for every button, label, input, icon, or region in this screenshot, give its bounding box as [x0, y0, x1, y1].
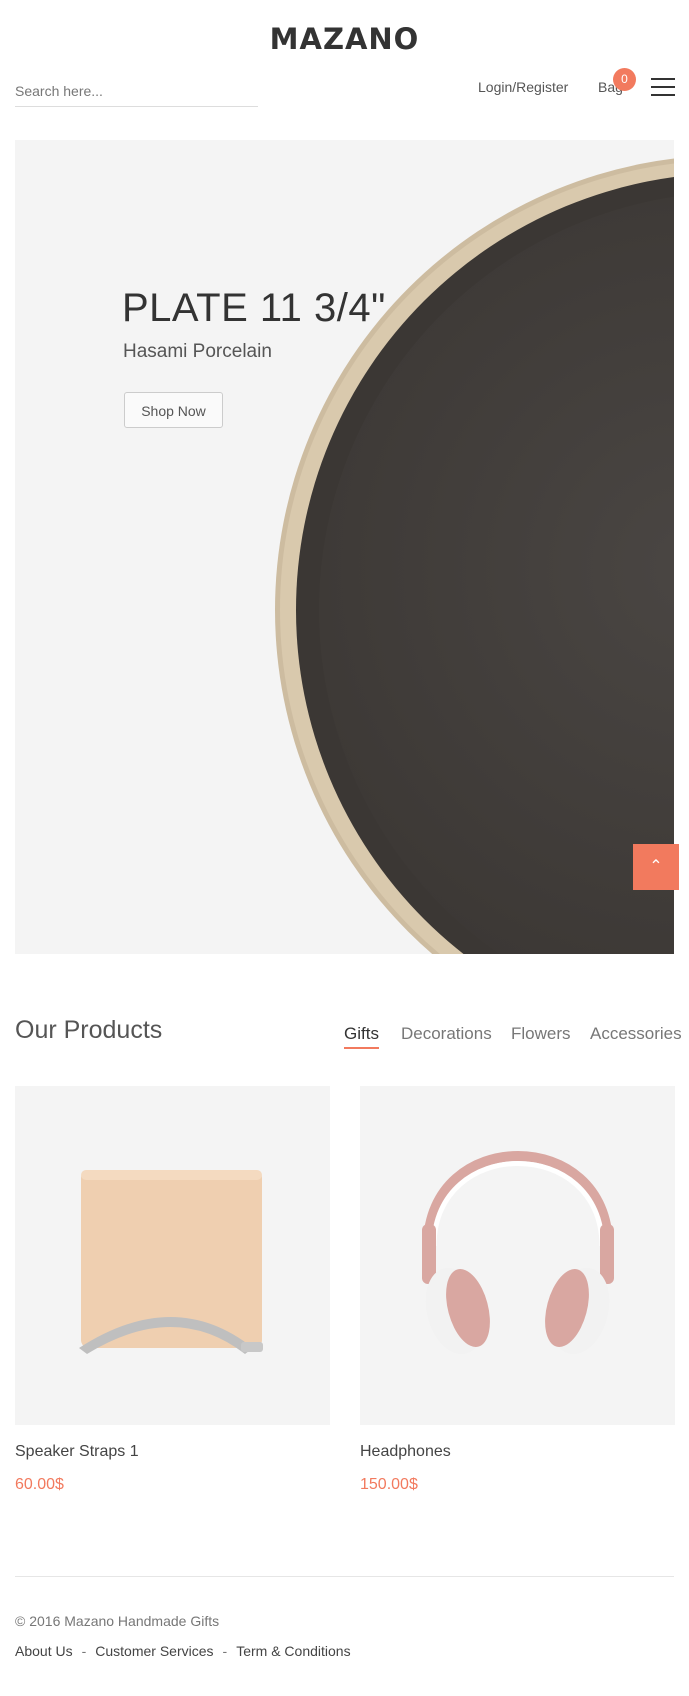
- search-bar: [15, 78, 258, 107]
- product-name[interactable]: Speaker Straps 1: [15, 1443, 139, 1461]
- hamburger-menu-icon[interactable]: [651, 78, 675, 98]
- tab-flowers[interactable]: Flowers: [511, 1024, 571, 1044]
- footer-link-terms[interactable]: Term & Conditions: [236, 1643, 350, 1659]
- product-price: 60.00$: [15, 1476, 64, 1493]
- laptop-stand-image: [79, 1170, 263, 1354]
- product-image-headphones[interactable]: [360, 1086, 675, 1425]
- search-input[interactable]: [15, 78, 258, 104]
- copyright-text: © 2016 Mazano Handmade Gifts: [15, 1613, 220, 1629]
- product-name[interactable]: Headphones: [360, 1443, 451, 1461]
- product-price: 150.00$: [360, 1476, 418, 1493]
- footer-separator: -: [81, 1643, 87, 1659]
- tab-decorations[interactable]: Decorations: [401, 1024, 492, 1044]
- bag-count-badge: 0: [613, 68, 636, 91]
- scroll-to-top-button[interactable]: ⌃: [633, 844, 679, 890]
- plate-image: [275, 158, 674, 954]
- footer-link-customer-services[interactable]: Customer Services: [95, 1643, 213, 1659]
- footer-separator: -: [222, 1643, 228, 1659]
- chevron-up-icon: ⌃: [649, 858, 663, 875]
- site-logo[interactable]: MAZANO: [0, 22, 689, 56]
- headphones-image: [422, 1151, 614, 1355]
- footer-links: About Us - Customer Services - Term & Condit…: [15, 1643, 351, 1659]
- tab-gifts[interactable]: Gifts: [344, 1024, 379, 1049]
- shop-now-button[interactable]: Shop Now: [124, 392, 223, 428]
- footer-divider: [15, 1576, 674, 1577]
- hero-banner: PLATE 11 3/4" Hasami Porcelain Shop Now: [15, 140, 674, 954]
- hero-title: PLATE 11 3/4": [122, 286, 386, 330]
- hero-subtitle: Hasami Porcelain: [123, 341, 272, 362]
- products-heading: Our Products: [15, 1016, 163, 1044]
- product-image-laptop-stand[interactable]: [15, 1086, 330, 1425]
- tab-accessories[interactable]: Accessories: [590, 1024, 682, 1044]
- login-register-link[interactable]: Login/Register: [478, 79, 568, 95]
- footer-link-about-us[interactable]: About Us: [15, 1643, 73, 1659]
